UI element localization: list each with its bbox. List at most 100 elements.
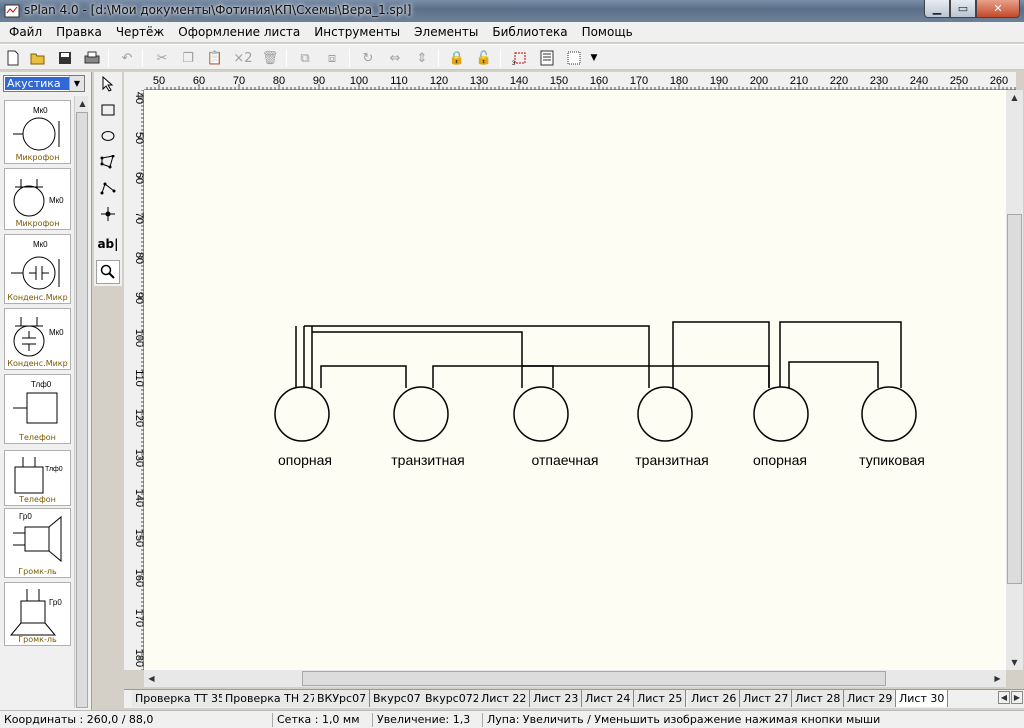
sheet-tab[interactable]: Лист 24 — [582, 690, 635, 707]
sheet-tab-active[interactable]: Лист 30 — [896, 690, 949, 707]
open-folder-icon[interactable] — [28, 48, 48, 68]
library-scroll-thumb[interactable] — [76, 112, 88, 708]
new-file-icon[interactable] — [3, 48, 23, 68]
library-item-telephone-2[interactable]: Тлф0 Телефон — [4, 450, 71, 506]
library-item-caption: Телефон — [19, 433, 56, 442]
scroll-down-icon[interactable]: ▼ — [1007, 655, 1022, 670]
library-item-speaker-2[interactable]: Гр0 Громк-ль — [4, 582, 71, 646]
unlock-icon[interactable]: 🔓 — [474, 48, 494, 68]
print-icon[interactable] — [82, 48, 102, 68]
library-item-condenser-mic-1[interactable]: Мк0 Конденс.Микр — [4, 234, 71, 304]
ellipse-tool-icon[interactable] — [96, 124, 120, 148]
library-item-caption: Микрофон — [15, 153, 60, 162]
vertical-scroll-thumb[interactable] — [1007, 214, 1022, 584]
library-item-label: Мк0 — [33, 240, 48, 249]
sheet-tab[interactable]: Лист 23 — [530, 690, 583, 707]
parts-list-icon[interactable] — [537, 48, 557, 68]
menu-help[interactable]: Помощь — [575, 25, 640, 39]
library-item-caption: Телефон — [19, 495, 56, 504]
library-category-select[interactable]: Акустика ▼ — [3, 75, 85, 92]
mirror-vertical-icon[interactable]: ⇕ — [412, 48, 432, 68]
scroll-right-icon[interactable]: ▶ — [990, 671, 1005, 686]
group-icon[interactable]: ⧉ — [295, 48, 315, 68]
node-circle-6[interactable] — [861, 386, 917, 442]
library-item-speaker-1[interactable]: Гр0 Громк-ль — [4, 508, 71, 578]
menu-drawing[interactable]: Чертёж — [109, 25, 171, 39]
horizontal-scroll-thumb[interactable] — [302, 671, 886, 686]
sheet-tab[interactable]: Лист 28 — [792, 690, 845, 707]
ungroup-icon[interactable]: ⧈ — [322, 48, 342, 68]
ruler-top-scale: 50 60 70 80 90 100 110 120 130 140 150 160 170 180 190… — [146, 75, 1016, 90]
grid-dropdown-chevron-down-icon[interactable]: ▼ — [587, 48, 601, 68]
sheet-tab[interactable]: Лист 29 — [844, 690, 897, 707]
rectangle-tool-icon[interactable] — [96, 98, 120, 122]
connection-wires — [295, 321, 902, 388]
library-item-microphone-2[interactable]: Мк0 Микрофон — [4, 168, 71, 230]
node-circle-5[interactable] — [753, 386, 809, 442]
sheet-tab[interactable]: Проверка ТН 27 — [222, 690, 321, 707]
lock-icon[interactable]: 🔒 — [447, 48, 467, 68]
sheet-tab[interactable]: Вкурс07 — [370, 690, 425, 707]
grid-icon[interactable] — [564, 48, 584, 68]
select-arrow-icon[interactable] — [96, 72, 120, 96]
ruler-left: 40 50 60 70 80 90 100 110 120 130 140 150 160 170 180 — [124, 89, 145, 671]
sheet-tab[interactable]: ВКУрс07 — [314, 690, 371, 707]
polyline-tool-icon[interactable] — [96, 176, 120, 200]
paste-icon[interactable]: 📋 — [205, 48, 225, 68]
library-item-label: Гр0 — [49, 598, 62, 607]
sheet-tab[interactable]: Лист 26 — [688, 690, 741, 707]
cut-icon[interactable]: ✂ — [152, 48, 172, 68]
sheet-tab[interactable]: Вкурс072 — [422, 690, 484, 707]
sheet-tab[interactable]: Лист 25 — [634, 690, 687, 707]
node-circle-2[interactable] — [393, 386, 449, 442]
canvas-vertical-scrollbar[interactable]: ▲ ▼ — [1006, 90, 1023, 670]
scroll-up-icon[interactable]: ▲ — [75, 96, 90, 111]
library-item-microphone-1[interactable]: Мк0 Микрофон — [4, 100, 71, 164]
node-circle-3[interactable] — [513, 386, 569, 442]
zoom-magnifier-icon[interactable] — [96, 260, 120, 284]
library-item-telephone-1[interactable]: Тлф0 Телефон — [4, 374, 71, 444]
save-icon[interactable] — [55, 48, 75, 68]
drawing-canvas[interactable]: опорная транзитная отпаечная транзитная … — [144, 90, 1006, 670]
connection-point-tool-icon[interactable] — [96, 202, 120, 226]
menu-edit[interactable]: Правка — [49, 25, 109, 39]
tab-scroll-right-icon[interactable]: ▶ — [1011, 691, 1023, 704]
close-button[interactable]: ✕ — [976, 0, 1020, 18]
menu-elements[interactable]: Элементы — [407, 25, 485, 39]
tab-scroll-left-icon[interactable]: ◀ — [998, 691, 1010, 704]
rotate-icon[interactable]: ↻ — [358, 48, 378, 68]
library-item-label: Гр0 — [19, 512, 32, 521]
scroll-up-icon[interactable]: ▲ — [1007, 90, 1022, 105]
node-circle-1[interactable] — [274, 386, 330, 442]
library-item-label: Тлф0 — [45, 466, 63, 473]
numbering-icon[interactable]: 3 — [510, 48, 530, 68]
undo-icon[interactable]: ↶ — [117, 48, 137, 68]
maximize-button[interactable]: ▭ — [950, 0, 976, 18]
canvas-horizontal-scrollbar[interactable]: ◀ ▶ — [144, 670, 1006, 687]
window-title: sPlan 4.0 - [d:\Мои документы\Фотиния\КП… — [24, 3, 412, 17]
sheet-tab[interactable]: Лист 22 — [478, 690, 531, 707]
node-circle-4[interactable] — [637, 386, 693, 442]
copy-icon[interactable]: ❐ — [178, 48, 198, 68]
library-item-caption: Громк-ль — [18, 567, 57, 576]
duplicate-button[interactable]: ×2 — [232, 48, 254, 68]
polygon-tool-icon[interactable] — [96, 150, 120, 174]
text-tool-button[interactable]: ab| — [96, 232, 120, 256]
library-item-caption: Конденс.Микр — [7, 293, 68, 302]
library-panel: Акустика ▼ Мк0 Микрофон Мк0 Микрофон Мк0… — [0, 72, 92, 710]
mirror-horizontal-icon[interactable]: ⇔ — [385, 48, 405, 68]
library-scrollbar[interactable]: ▲ — [74, 96, 88, 708]
minimize-button[interactable]: ▁ — [924, 0, 950, 18]
delete-icon[interactable]: 🗑 — [260, 48, 280, 68]
chevron-down-icon[interactable]: ▼ — [69, 76, 84, 91]
app-icon — [4, 4, 20, 18]
menu-file[interactable]: Файл — [2, 25, 49, 39]
library-item-caption: Микрофон — [15, 219, 60, 228]
menu-tools[interactable]: Инструменты — [307, 25, 407, 39]
library-item-condenser-mic-2[interactable]: Мк0 Конденс.Микр — [4, 308, 71, 370]
sheet-tab[interactable]: Лист 27 — [740, 690, 793, 707]
sheet-tab[interactable]: Проверка ТТ 35 — [132, 690, 230, 707]
scroll-left-icon[interactable]: ◀ — [144, 671, 159, 686]
menu-library[interactable]: Библиотека — [485, 25, 574, 39]
menu-sheet-layout[interactable]: Оформление листа — [171, 25, 307, 39]
